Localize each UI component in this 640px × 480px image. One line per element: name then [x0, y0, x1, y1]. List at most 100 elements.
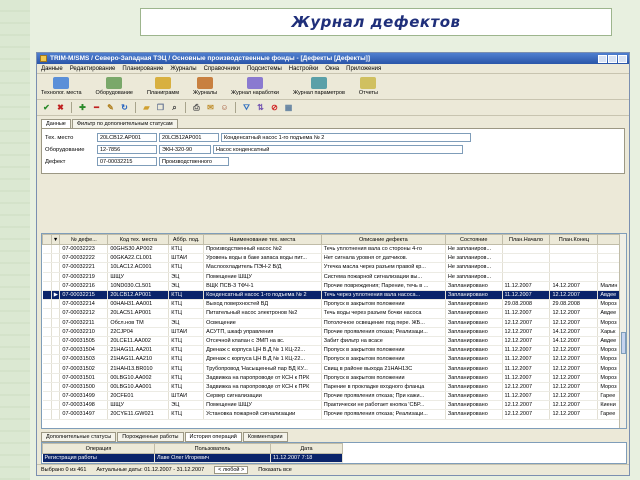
menu-settings[interactable]: Настройки — [289, 66, 318, 72]
table-row[interactable]: 07-00031503 21HAG11.AA210 КТЦ Дренаж с корп… — [42, 354, 626, 365]
row-flag[interactable] — [42, 290, 52, 301]
table-row[interactable]: 07-00031501 00LBG10.AA002 КТЦ Задвижка на п… — [42, 373, 626, 383]
window-titlebar[interactable]: TRIM-M/SMS / Северо-Западная ТЭЦ / Основ… — [37, 53, 629, 64]
row-flag[interactable] — [42, 336, 52, 347]
table-row[interactable]: 07-00032216 10ND030.CL501 ЭЦ ВЩК ПСВ-3 ТФЧ-… — [42, 281, 626, 291]
col-plan-end[interactable]: План.Конец — [549, 234, 599, 245]
menu-subsystems[interactable]: Подсистемы — [247, 66, 282, 72]
tech-place-code-field[interactable]: 20LCB12.AP001 — [97, 133, 157, 142]
equipment-button[interactable]: Оборудование — [96, 77, 133, 96]
row-marker[interactable] — [51, 354, 61, 365]
row-marker[interactable] — [51, 308, 61, 319]
table-row[interactable]: 07-00032222 00GKA22.CL001 ШТАИ Уровень воды… — [42, 253, 626, 264]
params-journal-button[interactable]: Журнал параметров — [293, 77, 345, 96]
maximize-button[interactable] — [608, 54, 617, 63]
tech-places-button[interactable]: Технолог. места — [41, 77, 82, 96]
history-row[interactable]: Регистрация работы Лаве Олег Игоревич 11… — [42, 453, 343, 464]
table-row[interactable]: 07-00031499 20CFE01 ШТАИ Сервер сигнализаци… — [42, 391, 626, 402]
table-row[interactable]: 07-00031504 21HAG11.AA201 КТЦ Дренаж с корп… — [42, 345, 626, 356]
row-marker[interactable] — [51, 318, 61, 328]
col-tech-name[interactable]: Наименование тех. места — [203, 234, 322, 245]
print-icon[interactable]: ⎙ — [191, 102, 202, 113]
check-icon[interactable]: ✔ — [41, 102, 52, 113]
sort-icon[interactable]: ⇅ — [255, 102, 266, 113]
table-row[interactable]: 07-00031497 20CYE11.GW021 КТЦ Установка пож… — [42, 409, 626, 420]
table-row[interactable]: 07-00031502 21HAH13.BR010 КТЦ Трубопровод '… — [42, 363, 626, 374]
row-flag[interactable] — [42, 409, 52, 420]
menu-planning[interactable]: Планирование — [122, 66, 163, 72]
table-row[interactable]: 07-00031500 00LBG10.AA001 КТЦ Задвижка на п… — [42, 382, 626, 393]
table-row[interactable]: 07-00031498 ШЩУ ЭЦ Помещение ШЩУ Практически… — [42, 400, 626, 411]
copy-icon[interactable]: ❐ — [155, 102, 166, 113]
row-marker[interactable] — [51, 382, 61, 393]
menu-references[interactable]: Справочники — [204, 66, 240, 72]
row-flag[interactable] — [42, 308, 52, 319]
table-row[interactable]: 07-00031505 20LCE11.AA002 КТЦ Отсечной клап… — [42, 336, 626, 347]
tab-filter[interactable]: Фильтр по дополнительным статусам — [71, 119, 178, 128]
reports-button[interactable]: Отчеты — [359, 77, 378, 96]
row-marker[interactable] — [51, 253, 61, 264]
col-abbr[interactable]: Аббр. под. — [168, 234, 205, 245]
search-icon[interactable]: ⌕ — [169, 102, 180, 113]
row-marker[interactable] — [51, 373, 61, 383]
row-marker[interactable] — [51, 272, 61, 282]
equipment-model-field[interactable]: ЭКН-320-90 — [159, 145, 211, 154]
col-tech-code[interactable]: Код тех. места — [107, 234, 170, 245]
row-marker[interactable] — [51, 363, 61, 374]
user-icon[interactable]: ☺ — [219, 102, 230, 113]
row-flag[interactable] — [42, 373, 52, 383]
tab-additional-statuses[interactable]: Дополнительные статусы — [41, 432, 117, 442]
planogram-button[interactable]: Планиграмм — [147, 77, 179, 96]
tab-data[interactable]: Данные — [41, 119, 71, 128]
table-row[interactable]: 07-00032221 10LAC12.AC001 КТЦ Маслоохладите… — [42, 262, 626, 273]
scroll-thumb[interactable] — [621, 332, 626, 354]
row-marker[interactable] — [51, 391, 61, 402]
stop-icon[interactable]: ⊘ — [269, 102, 280, 113]
menu-apps[interactable]: Приложения — [346, 66, 381, 72]
row-marker[interactable] — [51, 262, 61, 273]
filter-icon[interactable]: ⛛ — [241, 102, 252, 113]
menu-data[interactable]: Данные — [41, 66, 63, 72]
calendar-icon[interactable]: ▦ — [283, 102, 294, 113]
row-flag[interactable] — [42, 345, 52, 356]
table-row[interactable]: ▶ 07-00032215 20LCB12.AP001 КТЦ Конденсатный… — [42, 290, 626, 301]
edit-icon[interactable]: ✎ — [105, 102, 116, 113]
delete-icon[interactable]: ━ — [91, 102, 102, 113]
col-marker[interactable]: ▼ — [50, 234, 61, 245]
table-row[interactable]: 07-00032223 00GHS30.AP002 КТЦ Производствен… — [42, 244, 626, 255]
refresh-icon[interactable]: ↻ — [119, 102, 130, 113]
row-marker[interactable] — [51, 244, 61, 255]
tab-comments[interactable]: Комментарии — [242, 432, 288, 442]
history-col-operation[interactable]: Операция — [42, 443, 155, 454]
folder-icon[interactable]: ▰ — [141, 102, 152, 113]
row-marker[interactable] — [51, 299, 61, 310]
row-marker[interactable] — [51, 409, 61, 420]
minimize-button[interactable] — [598, 54, 607, 63]
history-col-date[interactable]: Дата — [270, 443, 343, 454]
row-flag[interactable] — [42, 391, 52, 402]
col-state[interactable]: Состояние — [444, 234, 503, 245]
show-all-link[interactable]: Показать все — [258, 467, 292, 473]
table-row[interactable]: 07-00032210 22CJP04 ШТАИ АСУТП, шкаф управл… — [42, 327, 626, 337]
history-col-user[interactable]: Пользователь — [154, 443, 271, 454]
tech-place-name-field[interactable]: Конденсатный насос 1-го подъема № 2 — [221, 133, 471, 142]
col-flag[interactable] — [42, 234, 52, 245]
table-row[interactable]: 07-00032211 Обсл.нов ТМ ЭЦ Освещение Потолоч… — [42, 318, 626, 328]
add-icon[interactable]: ✚ — [77, 102, 88, 113]
row-flag[interactable] — [42, 272, 52, 282]
tech-place-code2-field[interactable]: 20LCB12AP001 — [159, 133, 219, 142]
mail-icon[interactable]: ✉ — [205, 102, 216, 113]
defect-no-field[interactable]: 07-00032215 — [97, 157, 157, 166]
row-marker[interactable] — [51, 336, 61, 347]
cancel-icon[interactable]: ✖ — [55, 102, 66, 113]
col-defect-no[interactable]: № дефе... — [59, 234, 109, 245]
row-flag[interactable] — [42, 318, 52, 328]
defect-type-field[interactable]: Производственного — [159, 157, 229, 166]
tab-history[interactable]: История операций — [184, 432, 242, 442]
table-row[interactable]: 07-00032219 ШЩУ ЭЦ Помещение ШЩУ Система пож… — [42, 272, 626, 282]
any-filter-select[interactable]: < любой > — [214, 466, 249, 474]
row-flag[interactable] — [42, 253, 52, 264]
col-description[interactable]: Описание дефекта — [320, 234, 446, 245]
row-marker[interactable] — [51, 400, 61, 411]
row-flag[interactable] — [42, 281, 52, 291]
